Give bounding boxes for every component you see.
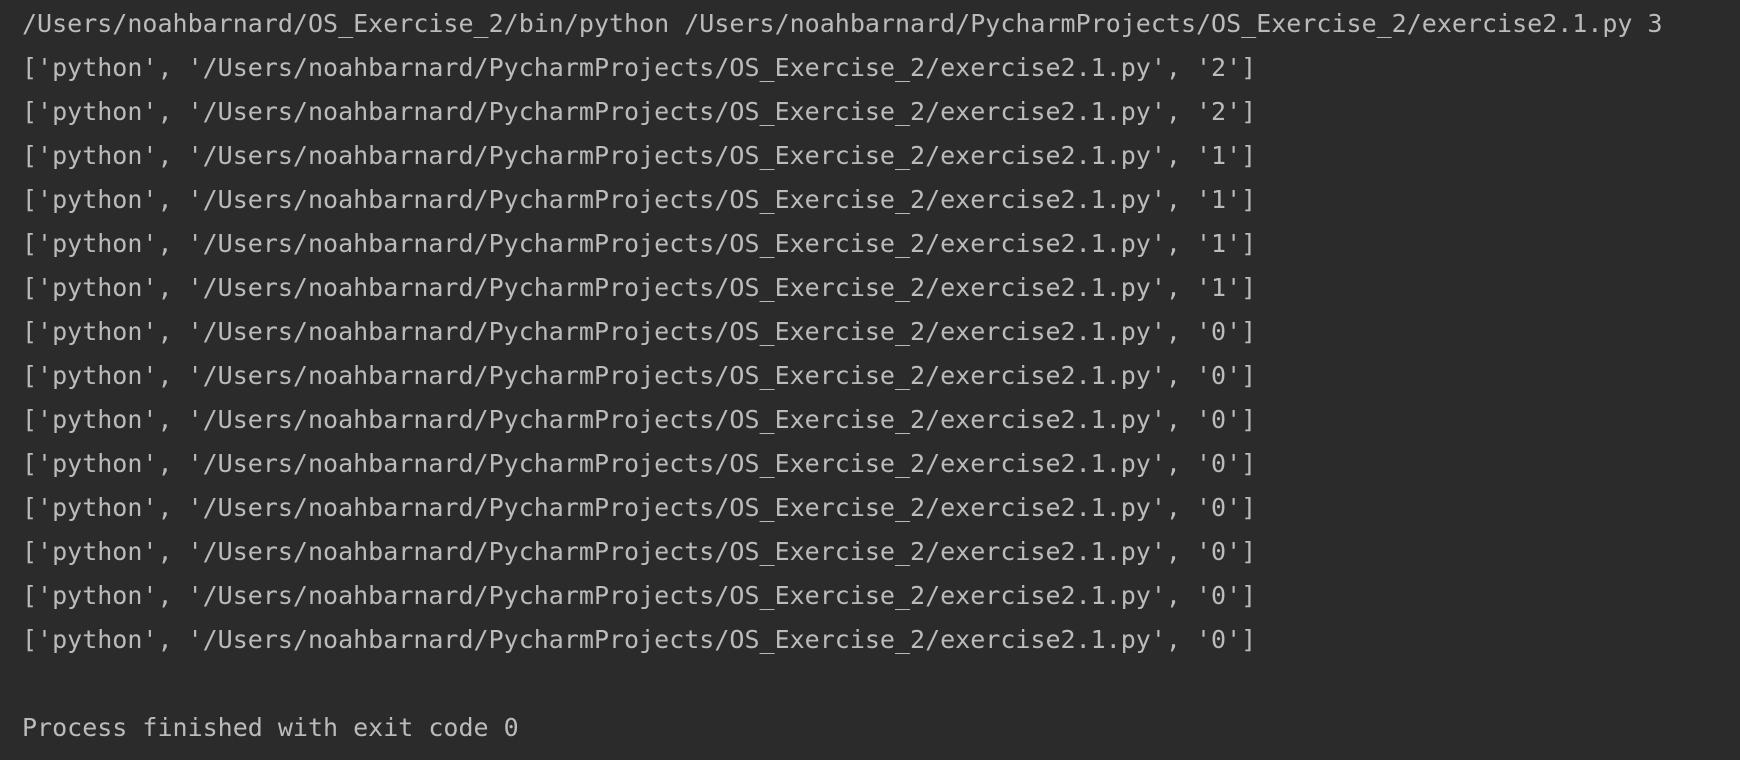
output-line: ['python', '/Users/noahbarnard/PycharmPr… [22, 361, 1257, 390]
process-exit-message: Process finished with exit code 0 [22, 713, 519, 742]
output-line: ['python', '/Users/noahbarnard/PycharmPr… [22, 625, 1257, 654]
output-line: ['python', '/Users/noahbarnard/PycharmPr… [22, 581, 1257, 610]
run-console-output[interactable]: /Users/noahbarnard/OS_Exercise_2/bin/pyt… [0, 0, 1740, 760]
output-line: ['python', '/Users/noahbarnard/PycharmPr… [22, 317, 1257, 346]
output-line: ['python', '/Users/noahbarnard/PycharmPr… [22, 493, 1257, 522]
output-line: ['python', '/Users/noahbarnard/PycharmPr… [22, 141, 1257, 170]
output-line: ['python', '/Users/noahbarnard/PycharmPr… [22, 229, 1257, 258]
run-command-line: /Users/noahbarnard/OS_Exercise_2/bin/pyt… [22, 9, 1663, 38]
output-line: ['python', '/Users/noahbarnard/PycharmPr… [22, 185, 1257, 214]
output-line: ['python', '/Users/noahbarnard/PycharmPr… [22, 53, 1257, 82]
output-line: ['python', '/Users/noahbarnard/PycharmPr… [22, 405, 1257, 434]
output-line: ['python', '/Users/noahbarnard/PycharmPr… [22, 273, 1257, 302]
output-line: ['python', '/Users/noahbarnard/PycharmPr… [22, 449, 1257, 478]
output-line: ['python', '/Users/noahbarnard/PycharmPr… [22, 537, 1257, 566]
output-line: ['python', '/Users/noahbarnard/PycharmPr… [22, 97, 1257, 126]
